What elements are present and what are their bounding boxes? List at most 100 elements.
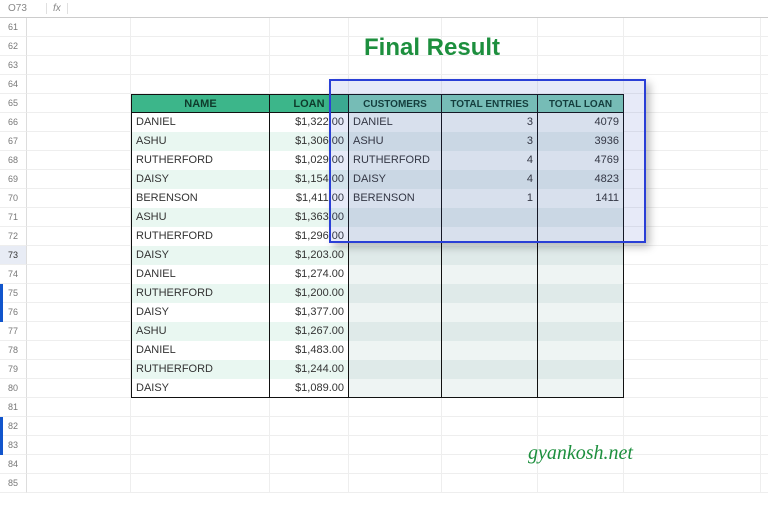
loan-cell[interactable]: $1,274.00 [270,265,349,284]
row-header[interactable]: 85 [0,474,27,493]
name-cell[interactable]: DANIEL [131,265,270,284]
loan-cell[interactable]: $1,154.00 [270,170,349,189]
name-cell[interactable]: ASHU [131,132,270,151]
entries-cell[interactable]: 3 [442,113,538,132]
row-header[interactable]: 80 [0,379,27,398]
row-header[interactable]: 71 [0,208,27,227]
customers-cell[interactable] [349,360,442,379]
entries-cell[interactable] [442,265,538,284]
entries-cell[interactable]: 1 [442,189,538,208]
row-header[interactable]: 70 [0,189,27,208]
row-header[interactable]: 68 [0,151,27,170]
row-header[interactable]: 81 [0,398,27,417]
row-header[interactable]: 82 [0,417,27,436]
loan-cell[interactable]: $1,322.00 [270,113,349,132]
row-header[interactable]: 66 [0,113,27,132]
name-cell[interactable]: RUTHERFORD [131,151,270,170]
name-cell[interactable]: DAISY [131,303,270,322]
total-loan-cell[interactable] [538,303,624,322]
row-header[interactable]: 64 [0,75,27,94]
total-loan-cell[interactable] [538,208,624,227]
spreadsheet-grid[interactable]: 6162636465666768697071727374757677787980… [0,18,768,493]
loan-cell[interactable]: $1,306.00 [270,132,349,151]
customers-cell[interactable] [349,379,442,398]
customers-cell[interactable] [349,265,442,284]
name-cell[interactable]: DAISY [131,379,270,398]
row-header[interactable]: 65 [0,94,27,113]
loan-cell[interactable]: $1,200.00 [270,284,349,303]
row-header[interactable]: 73 [0,246,27,265]
loan-cell[interactable]: $1,411.00 [270,189,349,208]
customers-cell[interactable]: BERENSON [349,189,442,208]
total-loan-cell[interactable]: 1411 [538,189,624,208]
row-header[interactable]: 76 [0,303,27,322]
name-cell[interactable]: RUTHERFORD [131,284,270,303]
customers-cell[interactable]: RUTHERFORD [349,151,442,170]
name-cell[interactable]: DAISY [131,246,270,265]
entries-cell[interactable] [442,303,538,322]
row-header[interactable]: 72 [0,227,27,246]
customers-cell[interactable] [349,227,442,246]
row-header[interactable]: 61 [0,18,27,37]
total-loan-cell[interactable] [538,341,624,360]
row-header[interactable]: 83 [0,436,27,455]
customers-cell[interactable]: DAISY [349,170,442,189]
total-loan-cell[interactable] [538,246,624,265]
total-loan-cell[interactable]: 4769 [538,151,624,170]
row-header[interactable]: 84 [0,455,27,474]
name-cell[interactable]: BERENSON [131,189,270,208]
entries-cell[interactable]: 4 [442,151,538,170]
loan-cell[interactable]: $1,363.00 [270,208,349,227]
row-header[interactable]: 63 [0,56,27,75]
total-loan-cell[interactable] [538,379,624,398]
loan-cell[interactable]: $1,377.00 [270,303,349,322]
customers-cell[interactable] [349,284,442,303]
row-header[interactable]: 69 [0,170,27,189]
entries-cell[interactable] [442,322,538,341]
entries-cell[interactable] [442,379,538,398]
entries-cell[interactable] [442,227,538,246]
total-loan-cell[interactable]: 3936 [538,132,624,151]
total-loan-cell[interactable]: 4823 [538,170,624,189]
total-loan-cell[interactable] [538,227,624,246]
name-box[interactable]: O73 [2,3,46,14]
loan-cell[interactable]: $1,029.00 [270,151,349,170]
customers-cell[interactable] [349,303,442,322]
entries-cell[interactable] [442,341,538,360]
customers-cell[interactable]: DANIEL [349,113,442,132]
name-cell[interactable]: DANIEL [131,113,270,132]
row-header[interactable]: 79 [0,360,27,379]
sheet-area[interactable]: NAMELOANCUSTOMERSTOTAL ENTRIESTOTAL LOAN… [27,18,768,493]
loan-cell[interactable]: $1,296.00 [270,227,349,246]
entries-cell[interactable] [442,208,538,227]
row-header[interactable]: 77 [0,322,27,341]
row-header[interactable]: 67 [0,132,27,151]
entries-cell[interactable] [442,246,538,265]
loan-cell[interactable]: $1,203.00 [270,246,349,265]
name-cell[interactable]: DAISY [131,170,270,189]
total-loan-cell[interactable] [538,322,624,341]
customers-cell[interactable] [349,322,442,341]
entries-cell[interactable]: 4 [442,170,538,189]
customers-cell[interactable] [349,246,442,265]
customers-cell[interactable]: ASHU [349,132,442,151]
name-cell[interactable]: RUTHERFORD [131,227,270,246]
row-header[interactable]: 78 [0,341,27,360]
loan-cell[interactable]: $1,244.00 [270,360,349,379]
name-cell[interactable]: RUTHERFORD [131,360,270,379]
customers-cell[interactable] [349,341,442,360]
loan-cell[interactable]: $1,089.00 [270,379,349,398]
total-loan-cell[interactable] [538,265,624,284]
entries-cell[interactable] [442,360,538,379]
name-cell[interactable]: ASHU [131,208,270,227]
row-header[interactable]: 62 [0,37,27,56]
name-cell[interactable]: ASHU [131,322,270,341]
total-loan-cell[interactable] [538,360,624,379]
total-loan-cell[interactable]: 4079 [538,113,624,132]
loan-cell[interactable]: $1,483.00 [270,341,349,360]
entries-cell[interactable] [442,284,538,303]
total-loan-cell[interactable] [538,284,624,303]
name-cell[interactable]: DANIEL [131,341,270,360]
row-header[interactable]: 74 [0,265,27,284]
entries-cell[interactable]: 3 [442,132,538,151]
